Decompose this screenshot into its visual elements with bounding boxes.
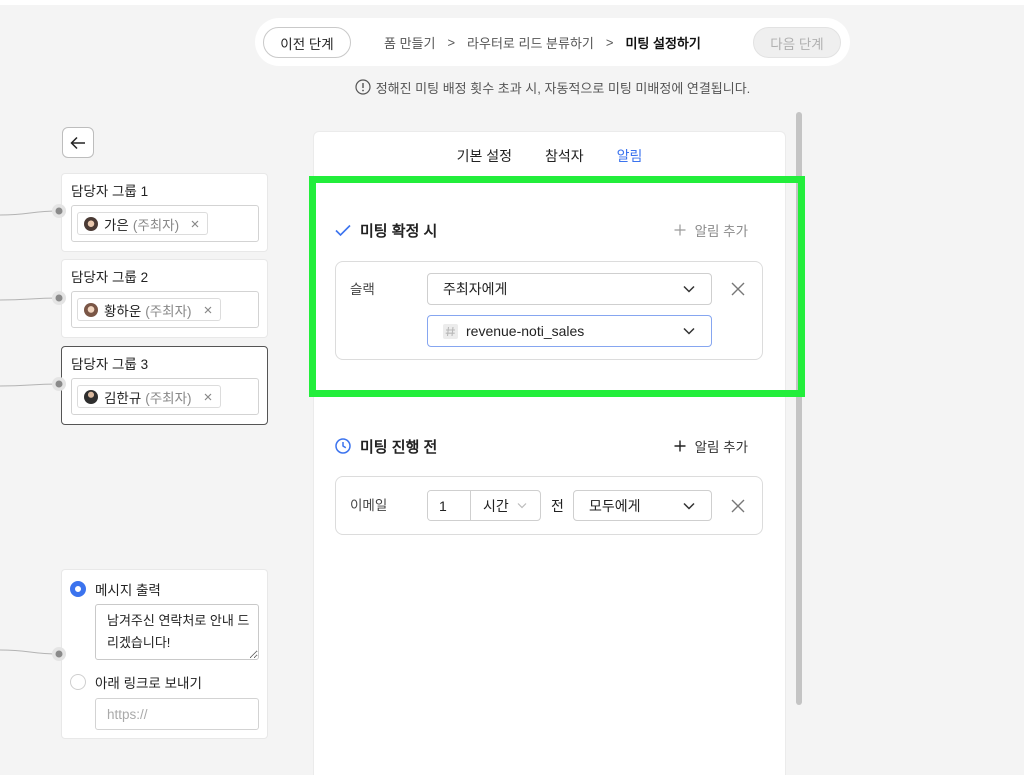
tab-attendees[interactable]: 참석자 bbox=[545, 146, 584, 166]
time-unit-value: 시간 bbox=[483, 497, 509, 514]
section-title-text: 미팅 진행 전 bbox=[360, 438, 438, 456]
notice: 정해진 미팅 배정 횟수 초과 시, 자동적으로 미팅 미배정에 연결됩니다. bbox=[255, 77, 850, 97]
notification-rule-card: 이메일 시간 전 모두에게 bbox=[335, 476, 763, 535]
remove-rule-icon[interactable] bbox=[731, 282, 745, 296]
settings-tabs: 기본 설정 참석자 알림 bbox=[314, 144, 785, 168]
group-title: 담당자 그룹 1 bbox=[71, 184, 149, 199]
channel-label: 이메일 bbox=[350, 498, 388, 513]
top-strip bbox=[0, 0, 1024, 5]
member-field[interactable]: 황하운 (주최자) bbox=[71, 291, 259, 328]
radio-message-option[interactable]: 메시지 출력 bbox=[70, 580, 161, 598]
slack-channel-select[interactable]: revenue-noti_sales bbox=[427, 315, 712, 347]
member-role: (주최자) bbox=[132, 217, 180, 233]
member-field[interactable]: 가은 (주최자) bbox=[71, 205, 259, 242]
member-role: (주최자) bbox=[145, 390, 192, 406]
breadcrumb-separator: > bbox=[605, 34, 614, 50]
add-notification-button[interactable]: 알림 추가 bbox=[674, 220, 748, 240]
add-notification-label: 알림 추가 bbox=[694, 224, 748, 239]
breadcrumb: 폼 만들기 > 라우터로 리드 분류하기 > 미팅 설정하기 bbox=[384, 18, 701, 66]
chevron-down-icon bbox=[683, 285, 695, 293]
remove-rule-icon[interactable] bbox=[731, 499, 745, 513]
section-title: 미팅 진행 전 bbox=[335, 436, 437, 457]
chevron-down-icon bbox=[683, 502, 695, 510]
member-chip: 황하운 (주최자) bbox=[77, 298, 221, 321]
member-name: 가은 bbox=[104, 217, 129, 233]
recipient-select[interactable]: 모두에게 bbox=[573, 490, 712, 521]
breadcrumb-step-form[interactable]: 폼 만들기 bbox=[384, 33, 435, 52]
recipient-value: 주최자에게 bbox=[443, 281, 508, 297]
channel-label: 슬랙 bbox=[350, 282, 375, 297]
relation-text: 전 bbox=[551, 498, 564, 514]
notification-rule-card: 슬랙 주최자에게 revenue-noti_sales bbox=[335, 261, 763, 360]
step-navigation-bar: 이전 단계 폼 만들기 > 라우터로 리드 분류하기 > 미팅 설정하기 다음 … bbox=[255, 18, 850, 66]
meeting-settings-panel: 기본 설정 참석자 알림 미팅 확정 시 알림 추가 슬랙 주최자에게 reve… bbox=[313, 131, 786, 775]
add-notification-label: 알림 추가 bbox=[694, 440, 748, 455]
close-icon[interactable] bbox=[204, 306, 212, 314]
flow-connectors bbox=[0, 210, 60, 655]
message-textarea[interactable]: 남겨주신 연락처로 안내 드리겠습니다! bbox=[95, 604, 259, 660]
scrollbar[interactable] bbox=[796, 112, 802, 705]
member-name: 김한규 bbox=[104, 390, 142, 406]
check-icon bbox=[335, 224, 351, 236]
breadcrumb-step-router[interactable]: 라우터로 리드 분류하기 bbox=[467, 33, 594, 52]
radio-label: 아래 링크로 보내기 bbox=[95, 676, 202, 691]
member-role: (주최자) bbox=[145, 303, 192, 319]
back-button[interactable] bbox=[62, 127, 94, 158]
radio-unselected[interactable] bbox=[70, 674, 86, 690]
section-header-confirmed: 미팅 확정 시 알림 추가 bbox=[335, 218, 748, 242]
fallback-message-card: 메시지 출력 남겨주신 연락처로 안내 드리겠습니다! 아래 링크로 보내기 bbox=[61, 569, 268, 739]
plus-icon bbox=[674, 440, 686, 452]
slack-channel-value: revenue-noti_sales bbox=[466, 323, 585, 339]
prev-step-button[interactable]: 이전 단계 bbox=[263, 27, 351, 58]
radio-label: 메시지 출력 bbox=[95, 583, 161, 598]
member-field[interactable]: 김한규 (주최자) bbox=[71, 378, 259, 415]
add-notification-button[interactable]: 알림 추가 bbox=[674, 436, 748, 456]
close-icon[interactable] bbox=[204, 393, 212, 401]
avatar bbox=[84, 389, 98, 404]
recipient-select[interactable]: 주최자에게 bbox=[427, 273, 712, 305]
hash-icon bbox=[443, 323, 458, 339]
group-title: 담당자 그룹 2 bbox=[71, 270, 149, 285]
connector-line bbox=[0, 297, 60, 301]
member-chip: 가은 (주최자) bbox=[77, 212, 209, 235]
radio-link-option[interactable]: 아래 링크로 보내기 bbox=[70, 673, 202, 691]
breadcrumb-step-meeting: 미팅 설정하기 bbox=[625, 35, 701, 51]
notice-text: 정해진 미팅 배정 횟수 초과 시, 자동적으로 미팅 미배정에 연결됩니다. bbox=[375, 80, 751, 96]
chevron-down-icon bbox=[683, 327, 695, 335]
member-chip: 김한규 (주최자) bbox=[77, 385, 221, 408]
avatar bbox=[84, 302, 98, 317]
group-card-1[interactable]: 담당자 그룹 1 가은 (주최자) bbox=[61, 173, 268, 252]
slack-channel-value-group: revenue-noti_sales bbox=[443, 323, 584, 339]
breadcrumb-separator: > bbox=[447, 34, 456, 50]
group-title: 담당자 그룹 3 bbox=[71, 357, 149, 372]
radio-selected[interactable] bbox=[70, 581, 86, 597]
tab-basic-settings[interactable]: 기본 설정 bbox=[457, 146, 512, 166]
next-step-button[interactable]: 다음 단계 bbox=[753, 27, 841, 58]
connector-line bbox=[0, 383, 60, 387]
group-card-2[interactable]: 담당자 그룹 2 황하운 (주최자) bbox=[61, 259, 268, 338]
connector-line bbox=[0, 649, 60, 655]
exclamation-circle-icon bbox=[355, 79, 371, 95]
plus-icon bbox=[674, 224, 686, 236]
section-title-text: 미팅 확정 시 bbox=[360, 222, 438, 240]
connector-line bbox=[0, 210, 60, 216]
section-header-before-meeting: 미팅 진행 전 알림 추가 bbox=[335, 434, 748, 458]
recipient-value: 모두에게 bbox=[589, 497, 641, 514]
tab-notifications[interactable]: 알림 bbox=[617, 146, 643, 166]
time-offset-group: 시간 bbox=[427, 490, 541, 521]
group-card-3[interactable]: 담당자 그룹 3 김한규 (주최자) bbox=[61, 346, 268, 425]
section-title: 미팅 확정 시 bbox=[335, 220, 437, 241]
avatar bbox=[84, 216, 98, 231]
time-unit-select[interactable]: 시간 bbox=[471, 491, 540, 520]
time-amount-input[interactable] bbox=[428, 491, 471, 520]
chevron-down-icon bbox=[517, 503, 527, 509]
member-name: 황하운 bbox=[104, 303, 142, 319]
close-icon[interactable] bbox=[191, 220, 199, 228]
clock-icon bbox=[335, 438, 351, 454]
arrow-left-icon bbox=[70, 136, 85, 149]
link-url-input[interactable] bbox=[95, 698, 259, 730]
